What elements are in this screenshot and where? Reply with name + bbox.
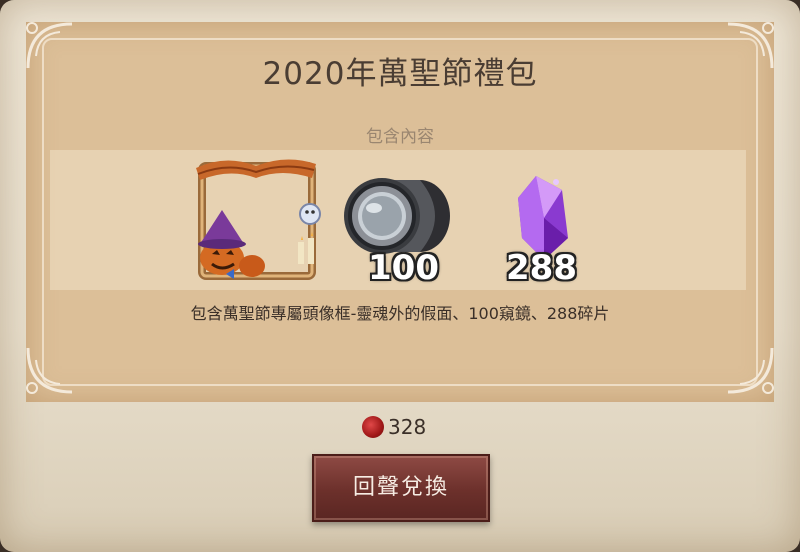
pack-description: 包含萬聖節專屬頭像框-靈魂外的假面、100窺鏡、288碎片 bbox=[190, 304, 610, 323]
page-title: 2020年萬聖節禮包 bbox=[262, 56, 538, 92]
avatar-frame-item[interactable] bbox=[186, 154, 322, 286]
purple-shard-item[interactable]: 288 bbox=[496, 168, 596, 288]
red-seal-icon bbox=[362, 416, 384, 438]
peephole-lens-item[interactable]: 100 bbox=[342, 168, 454, 288]
corner-flourish-icon bbox=[20, 340, 80, 400]
price-amount: 328 bbox=[388, 415, 427, 439]
corner-flourish-icon bbox=[720, 340, 780, 400]
avatar-frame-icon bbox=[196, 159, 321, 280]
item-quantity: 288 bbox=[506, 248, 577, 288]
redeem-button[interactable]: 回聲兌換 bbox=[312, 454, 490, 522]
item-quantity: 100 bbox=[368, 248, 439, 288]
section-label: 包含內容 bbox=[366, 127, 434, 147]
price-display: 328 bbox=[362, 414, 426, 440]
pack-dialog: 2020年萬聖節禮包 包含內容 100 288 包含萬聖節專屬頭像框-靈魂外的假… bbox=[0, 0, 800, 552]
